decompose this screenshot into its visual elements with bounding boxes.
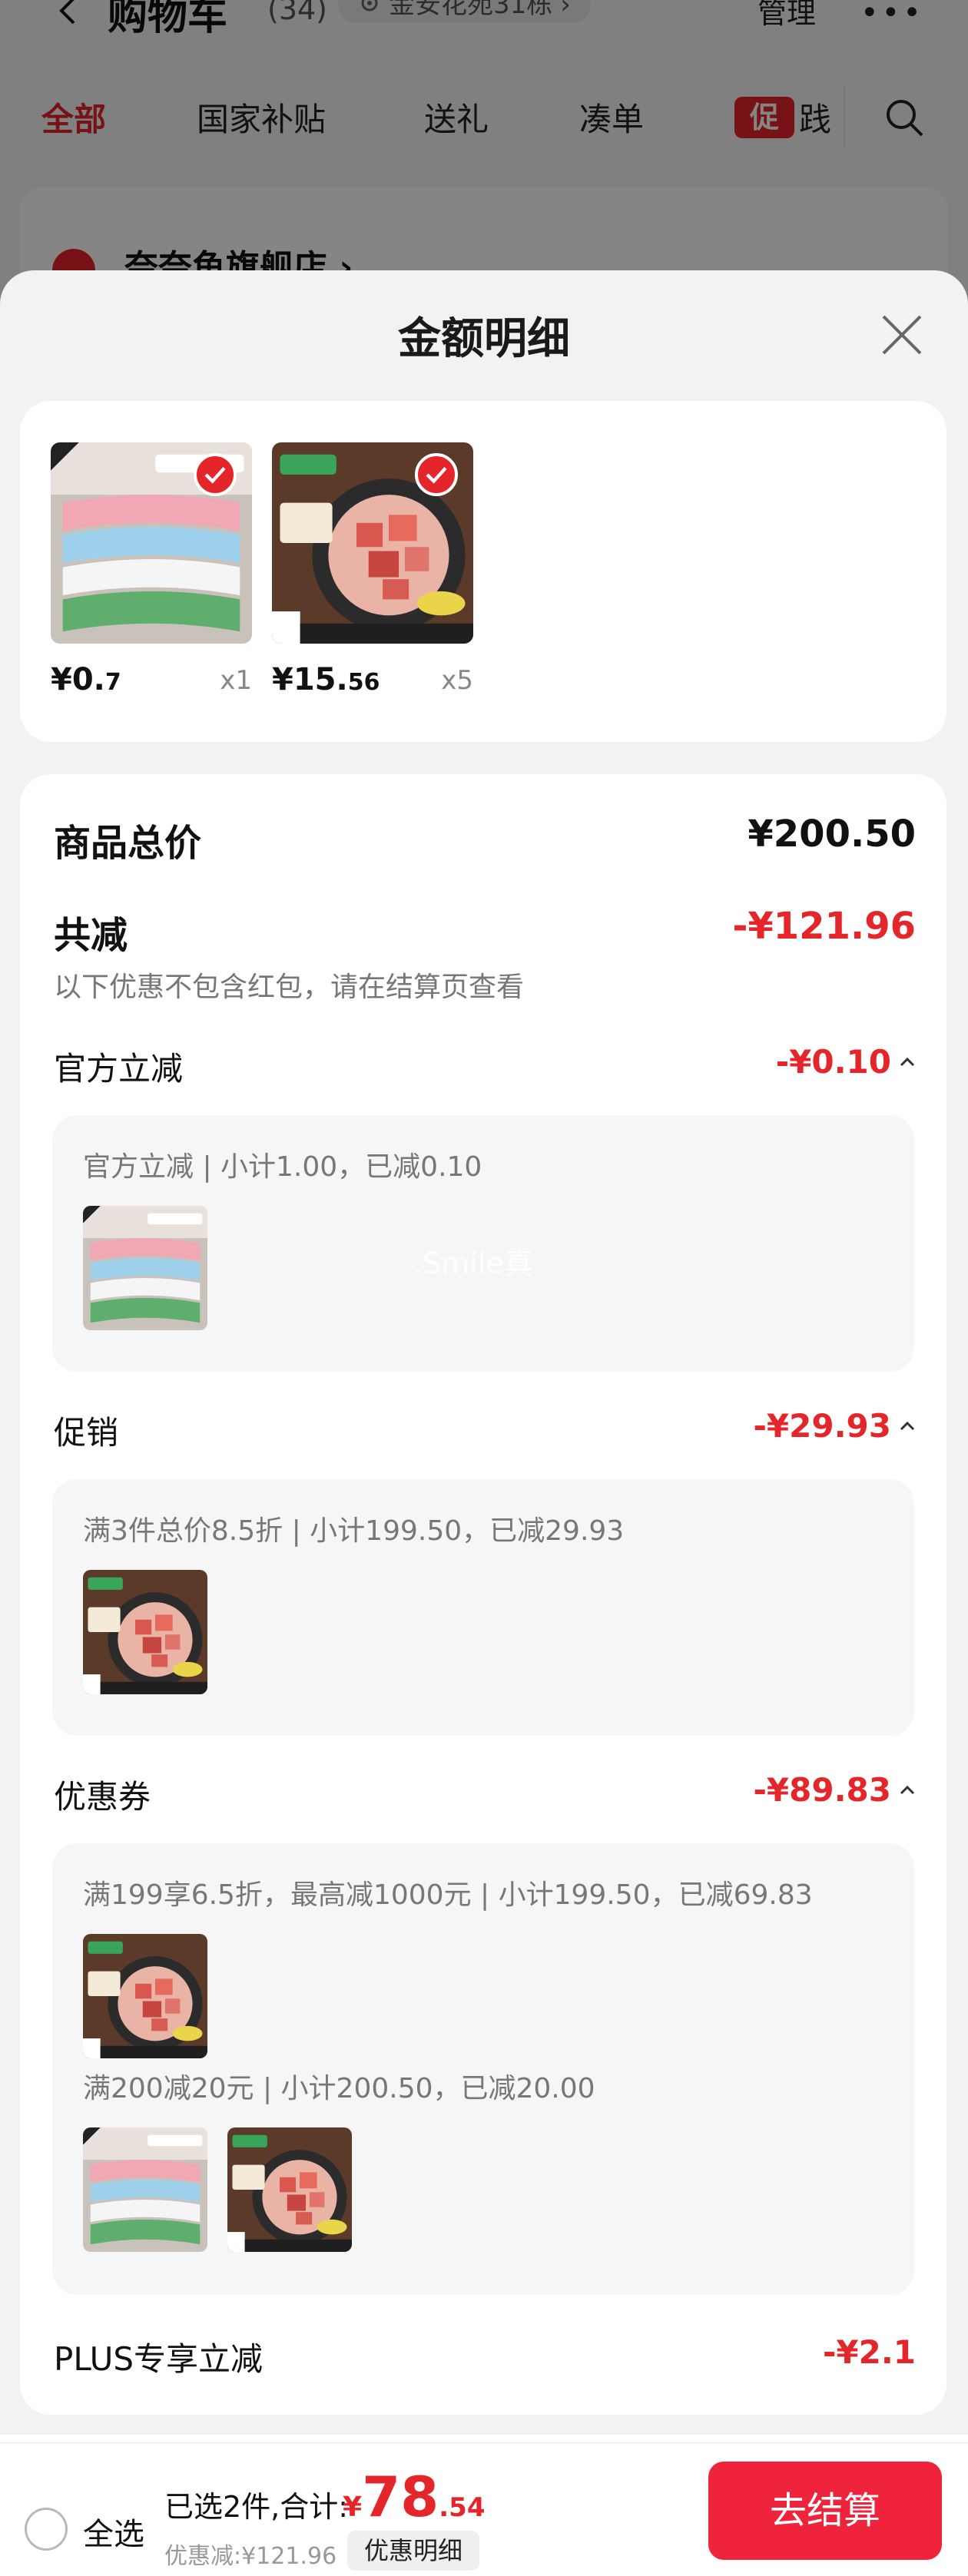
promotion-detail: 满3件总价8.5折 | 小计199.50，已减29.93 [52,1479,914,1736]
product-quantity: x1 [220,665,252,696]
total-price-value: ¥200.50 [748,813,916,856]
chevron-up-icon [900,1421,915,1430]
checkout-bar: 全选 已选2件,合计: ¥78.54 优惠减:¥121.96 优惠明细 去结算 [0,2442,968,2576]
dishcloth-image [83,1206,207,1330]
coupon-toggle[interactable]: -¥89.83 [753,1771,916,1809]
beef-cubes-image [83,1570,207,1694]
watermark-text: .Smile真 [413,1247,533,1280]
select-all-label[interactable]: 全选 [83,2509,144,2554]
beef-cubes-image [83,1934,207,2058]
total-reduction-value: -¥121.96 [732,905,916,948]
beef-cubes-image [227,2127,352,2252]
selected-summary: 已选2件,合计: [164,2490,349,2524]
product-quantity: x5 [441,665,473,696]
total-reduction-label: 共减 [54,914,128,957]
coupon-value: -¥89.83 [753,1771,891,1809]
total-amount: ¥78.54 [343,2465,486,2529]
selected-products-card: ¥0.7 x1 ¥15.56 x5 [20,401,946,742]
reduction-note: 以下优惠不包含红包，请在结算页查看 [54,972,525,1003]
discount-detail-button[interactable]: 优惠明细 [347,2531,479,2571]
total-price-label: 商品总价 [54,822,202,865]
discount-amount: 优惠减:¥121.96 [164,2543,337,2570]
check-icon[interactable] [415,453,458,496]
official-discount-label[interactable]: 官方立减 [54,1043,183,1090]
promotion-label[interactable]: 促销 [54,1407,118,1454]
sheet-title: 金额明细 [398,314,570,364]
checkout-button[interactable]: 去结算 [708,2462,942,2560]
check-icon[interactable] [194,453,237,496]
promotion-toggle[interactable]: -¥29.93 [753,1407,916,1445]
coupon-desc-2: 满200减20元 | 小计200.50，已减20.00 [83,2073,595,2104]
product-price: ¥15.56 [272,662,380,697]
chevron-up-icon [900,1057,915,1066]
promotion-desc: 满3件总价8.5折 | 小计199.50，已减29.93 [83,1515,625,1547]
official-discount-value: -¥0.10 [775,1043,891,1081]
dishcloth-image [83,2127,207,2252]
chevron-up-icon [900,1785,915,1794]
promotion-value: -¥29.93 [753,1407,891,1445]
close-icon[interactable] [877,310,927,359]
coupon-label[interactable]: 优惠券 [54,1771,151,1818]
plus-discount-value: -¥2.1 [822,2333,916,2371]
official-discount-toggle[interactable]: -¥0.10 [776,1043,916,1081]
select-all-radio[interactable] [25,2508,68,2551]
plus-discount-label: PLUS专享立减 [54,2340,264,2378]
product-price: ¥0.7 [51,662,121,697]
price-breakdown-card: 商品总价 ¥200.50 共减 -¥121.96 以下优惠不包含红包，请在结算页… [20,774,946,2415]
official-discount-desc: 官方立减 | 小计1.00，已减0.10 [83,1151,482,1183]
coupon-detail: 满199享6.5折，最高减1000元 | 小计199.50，已减69.83 满2… [52,1843,914,2295]
coupon-desc-1: 满199享6.5折，最高减1000元 | 小计199.50，已减69.83 [83,1879,813,1911]
amount-detail-sheet: 金额明细 ¥0.7 x1 ¥15.56 x5 商品总价 ¥200.50 共减 -… [0,270,968,2435]
official-discount-detail: 官方立减 | 小计1.00，已减0.10 .Smile真 [52,1115,914,1372]
